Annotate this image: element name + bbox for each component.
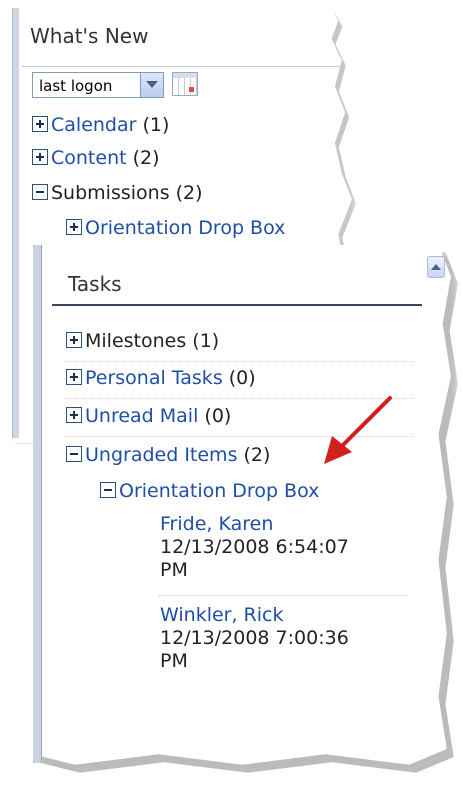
submission-name[interactable]: Winkler, Rick [160,604,349,627]
expand-plus-icon[interactable] [66,331,82,348]
divider [64,361,414,362]
item-label[interactable]: Ungraded Items [85,444,237,466]
submission-entry: Winkler, Rick 12/13/2008 7:00:36 PM [160,604,349,673]
submission-time-suffix: PM [160,559,188,581]
expand-plus-icon[interactable] [66,368,82,385]
submission-date: 12/13/2008 7:00:36 [160,627,349,649]
expand-plus-icon[interactable] [32,115,48,132]
item-count: (2) [175,182,203,204]
item-label[interactable]: Orientation Drop Box [85,217,285,239]
item-count: (0) [204,405,232,427]
whats-new-item-content[interactable]: Content (2) [32,147,160,169]
item-count: (2) [132,147,160,169]
item-label[interactable]: Unread Mail [85,405,198,427]
whats-new-item-submissions[interactable]: Submissions (2) [32,182,203,204]
item-label[interactable]: Calendar [51,114,136,136]
collapse-minus-icon[interactable] [66,445,82,462]
scroll-up-button[interactable] [427,256,445,278]
tasks-left-border [33,245,42,763]
collapse-minus-icon[interactable] [100,481,116,498]
tasks-header: Tasks [52,262,422,306]
whats-new-filter-select[interactable]: last logon [32,72,164,98]
item-label: Milestones [85,330,187,352]
tasks-subfolder-orientation-drop-box[interactable]: Orientation Drop Box [100,480,319,502]
item-label: Submissions [51,182,170,204]
expand-plus-icon[interactable] [32,148,48,165]
whats-new-header: What's New [22,14,342,67]
calendar-icon[interactable] [172,72,198,96]
item-label[interactable]: Personal Tasks [85,367,223,389]
whats-new-title: What's New [30,24,149,48]
collapse-minus-icon[interactable] [32,183,48,200]
expand-plus-icon[interactable] [66,218,82,235]
whats-new-filter-value: last logon [39,77,113,95]
subfolder-label[interactable]: Orientation Drop Box [119,480,319,502]
whats-new-left-border [12,8,19,438]
tasks-item-ungraded-items[interactable]: Ungraded Items (2) [66,444,270,466]
chevron-down-icon[interactable] [140,73,163,97]
tasks-panel [33,245,451,765]
expand-plus-icon[interactable] [66,406,82,423]
submission-date: 12/13/2008 6:54:07 [160,536,349,558]
submission-name[interactable]: Fride, Karen [160,513,349,536]
tasks-item-personal-tasks[interactable]: Personal Tasks (0) [66,367,256,389]
divider [158,595,408,596]
whats-new-item-calendar[interactable]: Calendar (1) [32,114,169,136]
item-count: (1) [192,330,220,352]
item-count: (1) [142,114,170,136]
item-count: (0) [228,367,256,389]
submission-entry: Fride, Karen 12/13/2008 6:54:07 PM [160,513,349,582]
tasks-item-unread-mail[interactable]: Unread Mail (0) [66,405,231,427]
submission-time-suffix: PM [160,650,188,672]
item-count: (2) [243,444,271,466]
annotation-arrow-icon [324,396,392,464]
item-label[interactable]: Content [51,147,127,169]
tasks-item-milestones[interactable]: Milestones (1) [66,330,219,352]
tasks-title: Tasks [68,272,122,296]
whats-new-item-orientation-drop-box[interactable]: Orientation Drop Box [66,217,285,239]
